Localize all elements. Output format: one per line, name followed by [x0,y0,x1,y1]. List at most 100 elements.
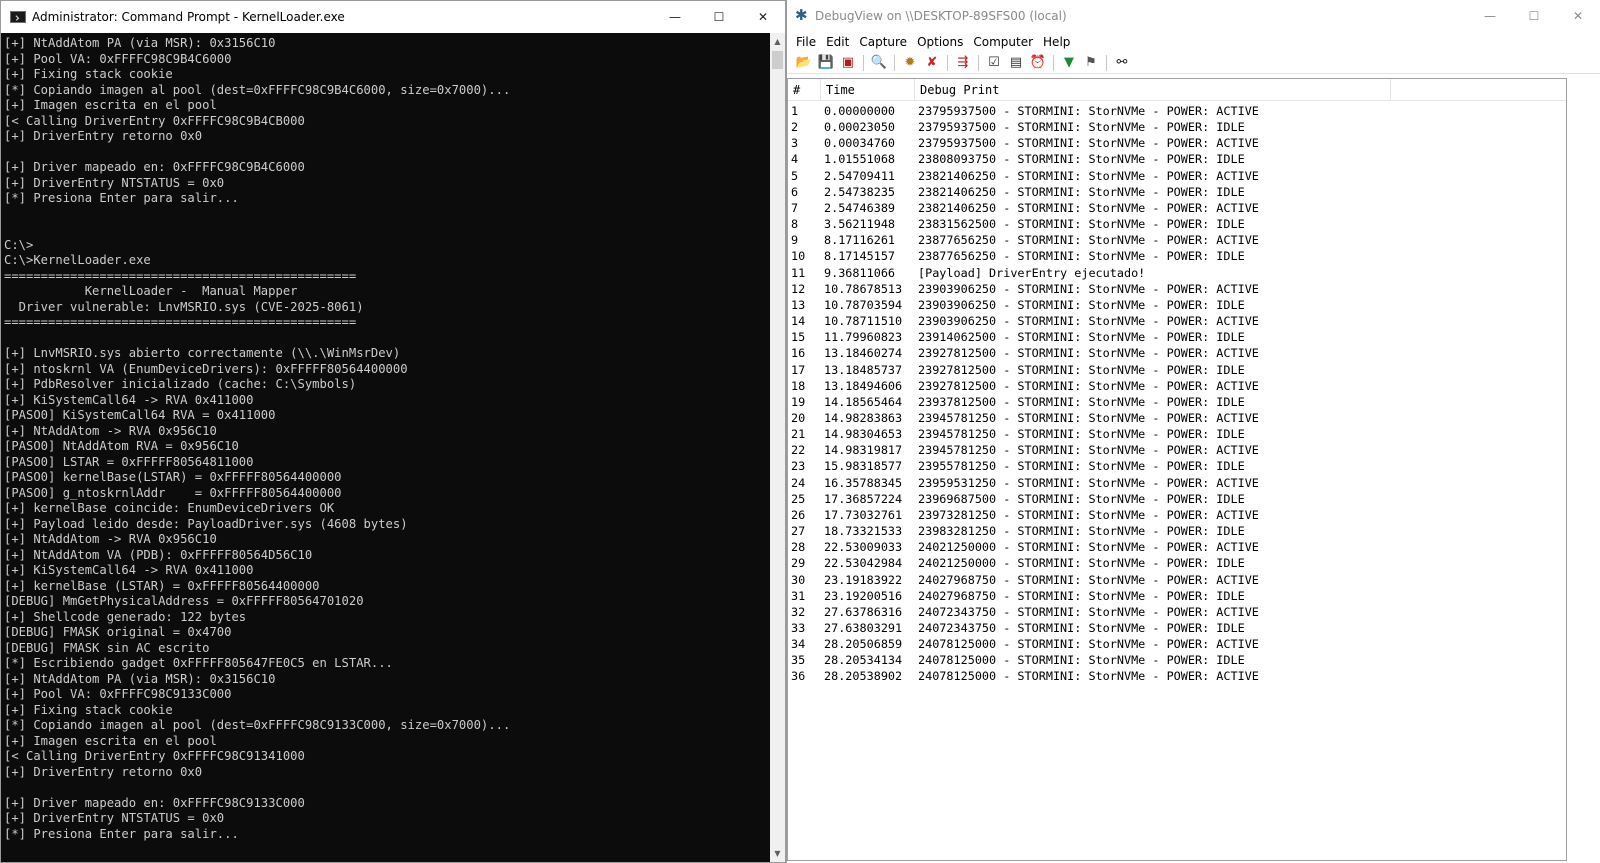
row-number: 3 [791,136,799,151]
menu-file[interactable]: File [791,35,821,49]
row-debug-print: 23927812500 - STORMINI: StorNVMe - POWER… [918,346,1259,361]
history-icon[interactable]: ▤ [1005,53,1027,73]
table-row[interactable]: 29 22.53042984 24021250000 - STORMINI: Sto… [788,555,1566,571]
debugview-titlebar[interactable]: DebugView on \\DESKTOP-89SFS00 (local) —… [787,0,1600,32]
maximize-icon[interactable]: ☐ [697,1,741,33]
table-row[interactable]: 33 27.63803291 24072343750 - STORMINI: Sto… [788,620,1566,636]
table-row[interactable]: 10 8.17145157 23877656250 - STORMINI: Stor… [788,248,1566,264]
scrollbar-thumb[interactable] [772,51,783,69]
table-row[interactable]: 20 14.98283863 23945781250 - STORMINI: Sto… [788,410,1566,426]
row-number: 6 [791,184,799,199]
scroll-up-icon[interactable]: ▲ [770,33,785,50]
console-line: [+] Fixing stack cookie [4,702,173,717]
table-row[interactable]: 6 2.54738235 23821406250 - STORMINI: StorN… [788,184,1566,200]
table-row[interactable]: 8 3.56211948 23831562500 - STORMINI: StorN… [788,216,1566,232]
clear-icon[interactable]: ▣ [837,53,859,73]
minimize-icon[interactable]: — [653,1,697,33]
table-row[interactable]: 12 10.78678513 23903906250 - STORMINI: Sto… [788,281,1566,297]
column-header-number[interactable]: # [788,79,821,101]
table-row[interactable]: 25 17.36857224 23969687500 - STORMINI: Sto… [788,491,1566,507]
table-row[interactable]: 35 28.20534134 24078125000 - STORMINI: Sto… [788,652,1566,668]
filter-icon[interactable]: ▼ [1058,53,1080,73]
maximize-icon[interactable]: ☐ [1512,0,1556,32]
row-debug-print: [Payload] DriverEntry ejecutado! [918,265,1146,280]
row-time: 2.54746389 [824,200,896,215]
table-row[interactable]: 13 10.78703594 23903906250 - STORMINI: Sto… [788,297,1566,313]
table-row[interactable]: 23 15.98318577 23955781250 - STORMINI: Sto… [788,458,1566,474]
save-icon[interactable]: 💾 [815,53,837,73]
debugview-window[interactable]: DebugView on \\DESKTOP-89SFS00 (local) —… [786,0,1600,863]
console-line: [*] Copiando imagen al pool (dest=0xFFFF… [4,82,511,97]
row-debug-print: 23927812500 - STORMINI: StorNVMe - POWER… [918,378,1259,393]
row-number: 25 [791,491,806,506]
table-row[interactable]: 7 2.54746389 23821406250 - STORMINI: StorN… [788,200,1566,216]
table-row[interactable]: 16 13.18460274 23927812500 - STORMINI: Sto… [788,345,1566,361]
row-number: 2 [791,120,799,135]
table-row[interactable]: 22 14.98319817 23945781250 - STORMINI: Sto… [788,442,1566,458]
console-line: [PASO0] kernelBase(LSTAR) = 0xFFFFF80564… [4,470,342,484]
table-row[interactable]: 24 16.35788345 23959531250 - STORMINI: Sto… [788,475,1566,491]
column-header-time[interactable]: Time [821,79,915,101]
close-icon[interactable]: ✕ [741,1,785,33]
table-row[interactable]: 17 13.18485737 23927812500 - STORMINI: Sto… [788,362,1566,378]
menu-help[interactable]: Help [1038,35,1075,49]
autoscroll-icon[interactable]: ☑ [983,53,1005,73]
table-row[interactable]: 31 23.19200516 24027968750 - STORMINI: Sto… [788,588,1566,604]
highlight-icon[interactable]: ⚑ [1080,53,1102,73]
console-line: [*] Presiona Enter para salir... [4,826,239,841]
command-prompt-window[interactable]: Administrator: Command Prompt - KernelLo… [0,0,786,863]
menu-capture[interactable]: Capture [854,35,912,49]
table-row[interactable]: 4 1.01551068 23808093750 - STORMINI: StorN… [788,151,1566,167]
menu-computer[interactable]: Computer [968,35,1038,49]
minimize-icon[interactable]: — [1468,0,1512,32]
debug-output-list[interactable]: # Time Debug Print 1 0.00000000 2379593750… [787,78,1567,861]
clock-icon[interactable]: ⏰ [1027,53,1049,73]
close-icon[interactable]: ✕ [1556,0,1600,32]
scroll-down-icon[interactable]: ▼ [770,845,785,862]
table-row[interactable]: 28 22.53009033 24021250000 - STORMINI: Sto… [788,539,1566,555]
menu-options[interactable]: Options [912,35,968,49]
stop-capture-icon[interactable]: ✘ [921,53,943,73]
row-time: 13.18485737 [824,362,903,377]
row-number: 12 [791,281,806,296]
table-row[interactable]: 5 2.54709411 23821406250 - STORMINI: StorN… [788,168,1566,184]
table-row[interactable]: 19 14.18565464 23937812500 - STORMINI: Sto… [788,394,1566,410]
row-debug-print: 23795937500 - STORMINI: StorNVMe - POWER… [918,120,1245,135]
row-time: 8.17116261 [824,233,896,248]
row-time: 0.00023050 [824,120,896,135]
menu-edit[interactable]: Edit [821,35,854,49]
console-scrollbar[interactable]: ▲ ▼ [770,33,785,862]
console-line: [+] DriverEntry retorno 0x0 [4,129,203,143]
table-row[interactable]: 18 13.18494606 23927812500 - STORMINI: Sto… [788,378,1566,394]
row-number: 35 [791,653,806,668]
cmd-titlebar[interactable]: Administrator: Command Prompt - KernelLo… [1,1,785,33]
find-icon[interactable]: 🔍 [868,53,890,73]
capture-icon[interactable]: ✹ [899,53,921,73]
row-debug-print: 23877656250 - STORMINI: StorNVMe - POWER… [918,249,1245,264]
column-header-debug-print[interactable]: Debug Print [915,79,1391,101]
table-row[interactable]: 2 0.00023050 23795937500 - STORMINI: StorN… [788,119,1566,135]
table-row[interactable]: 15 11.79960823 23914062500 - STORMINI: Sto… [788,329,1566,345]
table-row[interactable]: 9 8.17116261 23877656250 - STORMINI: StorN… [788,232,1566,248]
row-debug-print: 23808093750 - STORMINI: StorNVMe - POWER… [918,152,1245,167]
table-row[interactable]: 1 0.00000000 23795937500 - STORMINI: StorN… [788,103,1566,119]
table-row[interactable]: 30 23.19183922 24027968750 - STORMINI: Sto… [788,572,1566,588]
table-row[interactable]: 27 18.73321533 23983281250 - STORMINI: Sto… [788,523,1566,539]
console-line: [+] Pool VA: 0xFFFFC98C9133C000 [4,687,232,701]
table-row[interactable]: 36 28.20538902 24078125000 - STORMINI: Sto… [788,668,1566,684]
console-line: [PASO0] NtAddAtom RVA = 0x956C10 [4,439,239,453]
table-row[interactable]: 3 0.00034760 23795937500 - STORMINI: StorN… [788,135,1566,151]
cmd-window-title: Administrator: Command Prompt - KernelLo… [32,10,345,24]
table-row[interactable]: 11 9.36811066 [Payload] DriverEntry ejecut… [788,265,1566,281]
table-row[interactable]: 14 10.78711510 23903906250 - STORMINI: Sto… [788,313,1566,329]
table-row[interactable]: 21 14.98304653 23945781250 - STORMINI: Sto… [788,426,1566,442]
table-row[interactable]: 34 28.20506859 24078125000 - STORMINI: Sto… [788,636,1566,652]
row-time: 11.79960823 [824,330,903,345]
capture-kernel-icon[interactable]: ⇶ [952,53,974,73]
table-row[interactable]: 26 17.73032761 23973281250 - STORMINI: Sto… [788,507,1566,523]
console-output[interactable]: [+] NtAddAtom PA (via MSR): 0x3156C10 [+]… [1,33,770,862]
search-binoculars-icon[interactable]: ⚯ [1111,53,1133,73]
table-row[interactable]: 32 27.63786316 24072343750 - STORMINI: Sto… [788,604,1566,620]
open-icon[interactable]: 📂 [793,53,815,73]
